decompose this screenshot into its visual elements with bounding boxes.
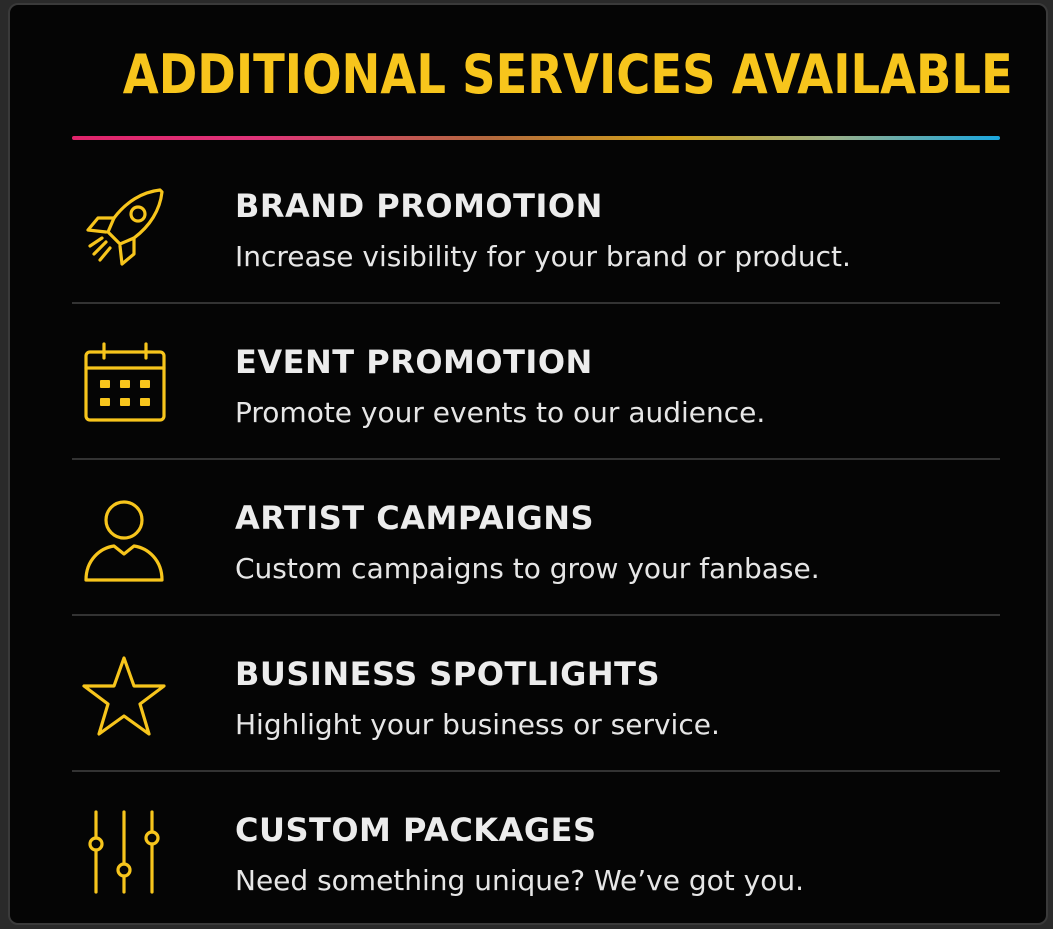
service-description: Custom campaigns to grow your fanbase. (235, 552, 820, 585)
gradient-divider (72, 136, 1000, 140)
service-title: CUSTOM PACKAGES (235, 811, 597, 849)
rocket-icon (80, 184, 168, 272)
services-list: BRAND PROMOTION Increase visibility for … (72, 148, 1000, 923)
services-panel: ADDITIONAL SERVICES AVAILABLE BRAND PROM… (8, 3, 1048, 925)
service-brand-promotion: BRAND PROMOTION Increase visibility for … (72, 148, 1000, 304)
user-icon (80, 496, 168, 584)
service-title: ARTIST CAMPAIGNS (235, 499, 595, 537)
page-title: ADDITIONAL SERVICES AVAILABLE (122, 43, 1013, 106)
star-icon (80, 652, 168, 740)
service-description: Promote your events to our audience. (235, 396, 766, 429)
service-title: EVENT PROMOTION (235, 343, 593, 381)
service-event-promotion: EVENT PROMOTION Promote your events to o… (72, 304, 1000, 460)
service-business-spotlights: BUSINESS SPOTLIGHTS Highlight your busin… (72, 616, 1000, 772)
service-artist-campaigns: ARTIST CAMPAIGNS Custom campaigns to gro… (72, 460, 1000, 616)
calendar-icon (80, 340, 168, 428)
service-title: BUSINESS SPOTLIGHTS (235, 655, 661, 693)
service-description: Need something unique? We’ve got you. (235, 864, 804, 897)
service-custom-packages: CUSTOM PACKAGES Need something unique? W… (72, 772, 1000, 923)
sliders-icon (80, 808, 168, 896)
service-description: Highlight your business or service. (235, 708, 720, 741)
service-description: Increase visibility for your brand or pr… (235, 240, 851, 273)
service-title: BRAND PROMOTION (235, 187, 603, 225)
